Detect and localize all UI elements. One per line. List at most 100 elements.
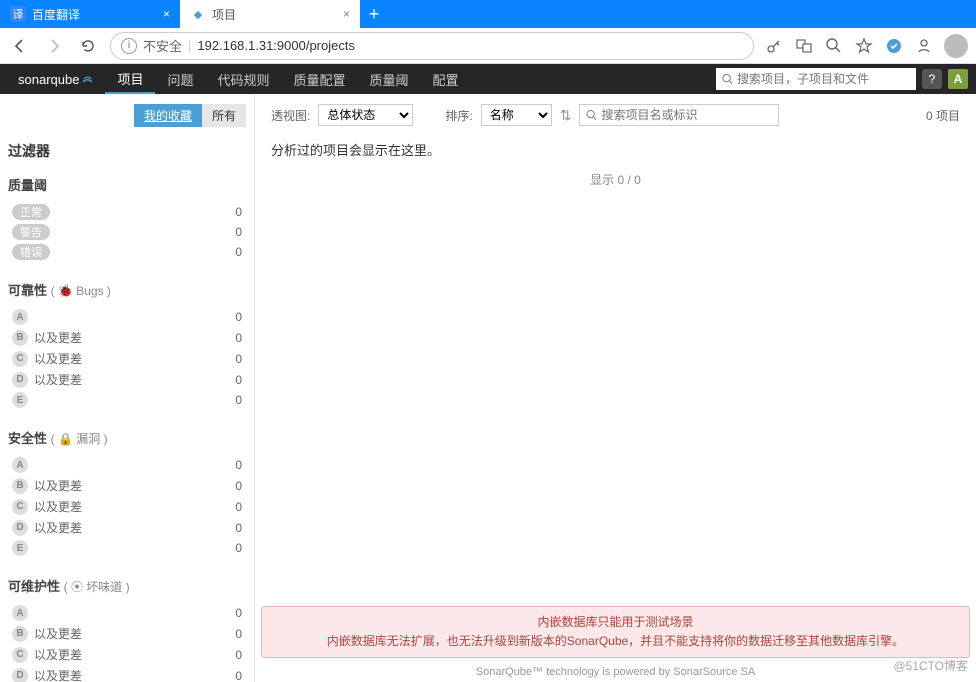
logo-wave-icon: [81, 72, 95, 86]
facet-row[interactable]: C以及更差0: [8, 348, 246, 369]
facet-row[interactable]: C以及更差0: [8, 644, 246, 665]
rating-icon: D: [12, 372, 28, 388]
facet-title: 可维护性 ( ⦿ 坏味道 ): [8, 576, 246, 595]
facet-row[interactable]: D以及更差0: [8, 369, 246, 390]
status-badge: 正常: [12, 204, 50, 220]
project-count: 0 项目: [926, 107, 960, 124]
tab-title: 项目: [212, 6, 236, 23]
rating-icon: B: [12, 478, 28, 494]
reload-button[interactable]: [76, 34, 100, 58]
facet-count: 0: [235, 225, 242, 239]
nav-rules[interactable]: 代码规则: [205, 64, 281, 94]
star-icon[interactable]: [854, 36, 874, 56]
sort-direction-icon[interactable]: ⇅: [560, 107, 572, 124]
rating-icon: C: [12, 351, 28, 367]
new-tab-button[interactable]: +: [360, 0, 388, 28]
facet-row[interactable]: C以及更差0: [8, 496, 246, 517]
arrow-right-icon: [46, 38, 62, 54]
facet-row[interactable]: B以及更差0: [8, 327, 246, 348]
close-icon[interactable]: ×: [343, 7, 350, 21]
footer: SonarQube™ technology is powered by Sona…: [255, 666, 976, 678]
sidebar-tabs: 我的收藏 所有: [8, 104, 246, 127]
extension-icon-2[interactable]: [914, 36, 934, 56]
help-button[interactable]: ?: [922, 69, 942, 89]
project-search-input[interactable]: [601, 108, 772, 122]
nav-admin[interactable]: 配置: [421, 64, 471, 94]
translate-icon[interactable]: [794, 36, 814, 56]
browser-tab-strip: 译 百度翻译 × ◆ 项目 × +: [0, 0, 976, 28]
status-badge: 警告: [12, 224, 50, 240]
facet-row-warn[interactable]: 警告 0: [8, 222, 246, 242]
global-search[interactable]: [716, 68, 916, 90]
facet-row[interactable]: E0: [8, 390, 246, 410]
empty-message: 分析过的项目会显示在这里。: [271, 140, 960, 159]
facet-count: 0: [235, 245, 242, 259]
rating-icon: A: [12, 457, 28, 473]
rating-icon: E: [12, 392, 28, 408]
sort-select[interactable]: 名称: [481, 104, 552, 126]
main-panel: 透视图: 总体状态 排序: 名称 ⇅ 0 项目 分析过的项目会显示在这里。 显示…: [255, 94, 976, 682]
rating-icon: B: [12, 330, 28, 346]
search-icon[interactable]: [824, 36, 844, 56]
project-search[interactable]: [579, 104, 779, 126]
nav-projects[interactable]: 项目: [105, 64, 155, 94]
user-menu[interactable]: A: [948, 69, 968, 89]
tab-favicon: ◆: [190, 6, 206, 22]
facet-row[interactable]: A0: [8, 307, 246, 327]
facet-security: 安全性 ( 🔒 漏洞 ) A0 B以及更差0 C以及更差0 D以及更差0 E0: [8, 428, 246, 558]
facet-row-fail[interactable]: 错误 0: [8, 242, 246, 262]
rating-icon: D: [12, 668, 28, 682]
search-icon: [586, 109, 597, 121]
tab-all[interactable]: 所有: [202, 104, 246, 127]
facet-title: 质量阈: [8, 175, 246, 194]
facet-reliability: 可靠性 ( 🐞 Bugs ) A0 B以及更差0 C以及更差0 D以及更差0 E…: [8, 280, 246, 410]
rating-icon: C: [12, 499, 28, 515]
nav-issues[interactable]: 问题: [155, 64, 205, 94]
global-search-input[interactable]: [737, 72, 910, 86]
insecure-label: 不安全: [143, 36, 182, 55]
facet-row[interactable]: E0: [8, 538, 246, 558]
extension-icon-1[interactable]: [884, 36, 904, 56]
perspective-select[interactable]: 总体状态: [318, 104, 413, 126]
reload-icon: [80, 38, 96, 54]
status-badge: 错误: [12, 244, 50, 260]
facet-row[interactable]: D以及更差0: [8, 517, 246, 538]
browser-tab-projects[interactable]: ◆ 项目 ×: [180, 0, 360, 28]
back-button[interactable]: [8, 34, 32, 58]
nav-quality-gates[interactable]: 质量阈: [358, 64, 421, 94]
sonarqube-logo[interactable]: sonarqube: [8, 72, 105, 87]
perspective-label: 透视图:: [271, 107, 310, 124]
tab-title: 百度翻译: [32, 6, 80, 23]
rating-icon: A: [12, 309, 28, 325]
facet-row[interactable]: A0: [8, 603, 246, 623]
rating-icon: D: [12, 520, 28, 536]
facet-row-pass[interactable]: 正常 0: [8, 202, 246, 222]
sort-label: 排序:: [445, 107, 472, 124]
address-bar[interactable]: i 不安全 | 192.168.1.31:9000/projects: [110, 32, 754, 60]
facet-row[interactable]: B以及更差0: [8, 475, 246, 496]
content-area: 我的收藏 所有 过滤器 质量阈 正常 0 警告 0 错误 0: [0, 94, 976, 682]
forward-button[interactable]: [42, 34, 66, 58]
arrow-left-icon: [12, 38, 28, 54]
profile-avatar[interactable]: [944, 34, 968, 58]
facet-maintainability: 可维护性 ( ⦿ 坏味道 ) A0 B以及更差0 C以及更差0 D以及更差0 E…: [8, 576, 246, 682]
browser-tab-baidu[interactable]: 译 百度翻译 ×: [0, 0, 180, 28]
facet-row[interactable]: B以及更差0: [8, 623, 246, 644]
sonarqube-navbar: sonarqube 项目 问题 代码规则 质量配置 质量阈 配置 ? A: [0, 64, 976, 94]
nav-quality-profiles[interactable]: 质量配置: [282, 64, 358, 94]
facet-row[interactable]: A0: [8, 455, 246, 475]
facet-quality-gate: 质量阈 正常 0 警告 0 错误 0: [8, 175, 246, 262]
rating-icon: B: [12, 626, 28, 642]
tab-favorites[interactable]: 我的收藏: [134, 104, 202, 127]
warning-body: 内嵌数据库无法扩展，也无法升级到新版本的SonarQube，并且不能支持将你的数…: [274, 632, 957, 651]
facet-row[interactable]: D以及更差0: [8, 665, 246, 682]
warning-title: 内嵌数据库只能用于测试场景: [274, 613, 957, 632]
url-text: 192.168.1.31:9000/projects: [197, 38, 355, 53]
rating-icon: C: [12, 647, 28, 663]
close-icon[interactable]: ×: [163, 7, 170, 21]
shown-count: 显示 0 / 0: [271, 171, 960, 188]
rating-icon: A: [12, 605, 28, 621]
key-icon[interactable]: [764, 36, 784, 56]
info-icon[interactable]: i: [121, 38, 137, 54]
sidebar: 我的收藏 所有 过滤器 质量阈 正常 0 警告 0 错误 0: [0, 94, 255, 682]
